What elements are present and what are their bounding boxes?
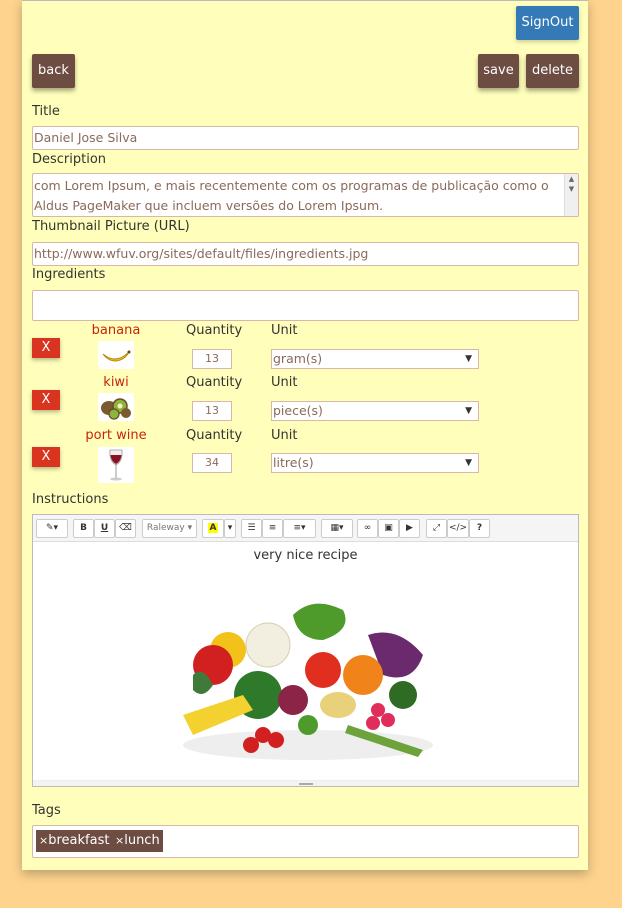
unit-label: Unit (271, 323, 298, 338)
tag-remove-icon[interactable]: × (39, 834, 48, 847)
font-family-value: Raleway (146, 523, 185, 533)
ingredients-label: Ingredients (32, 267, 106, 282)
scrollbar[interactable]: ▲ ▼ (564, 174, 578, 216)
video-icon[interactable]: ▶ (399, 519, 420, 538)
style-magic-button[interactable]: ✎▾ (36, 519, 68, 538)
ingredients-input[interactable] (32, 290, 579, 321)
remove-ingredient-button[interactable]: X (32, 338, 60, 358)
quantity-label: Quantity (186, 375, 243, 390)
unit-select[interactable]: gram(s) ▼ (271, 349, 479, 369)
table-icon[interactable]: ▦▾ (321, 519, 353, 538)
ordered-list-icon[interactable]: ≡ (262, 519, 283, 538)
recipe-form-panel: SignOut back save delete Title Daniel Jo… (22, 0, 588, 870)
description-line-2: Aldus PageMaker que incluem versões do L… (34, 198, 384, 213)
unit-value: piece(s) (273, 403, 323, 418)
description-line-1: com Lorem Ipsum, e mais recentemente com… (34, 178, 549, 193)
tag-label: lunch (124, 833, 160, 848)
underline-button[interactable]: U (94, 519, 115, 538)
back-button[interactable]: back (32, 54, 75, 88)
thumbnail-label: Thumbnail Picture (URL) (32, 219, 190, 234)
instructions-label: Instructions (32, 492, 109, 507)
unit-select[interactable]: litre(s) ▼ (271, 453, 479, 473)
paragraph-align-icon[interactable]: ≡▾ (283, 519, 316, 538)
quantity-label: Quantity (186, 323, 243, 338)
instructions-editor[interactable]: ✎▾ B U ⌫ Raleway ▾ A ▾ ☰ ≡ ≡▾ ▦▾ ∞ ▣ ▶ ⤢… (32, 514, 579, 787)
title-label: Title (32, 104, 60, 119)
tag-remove-icon[interactable]: × (115, 834, 124, 847)
dropdown-caret-icon: ▼ (465, 354, 472, 364)
dropdown-caret-icon: ▼ (465, 458, 472, 468)
kiwi-icon (98, 393, 134, 421)
font-family-select[interactable]: Raleway ▾ (142, 519, 197, 538)
tag-chip[interactable]: ×lunch (112, 830, 163, 852)
unordered-list-icon[interactable]: ☰ (241, 519, 262, 538)
unit-select[interactable]: piece(s) ▼ (271, 401, 479, 421)
tags-input[interactable]: ×breakfast ×lunch (32, 825, 579, 858)
banana-icon (98, 341, 134, 369)
highlight-color-dropdown[interactable]: ▾ (224, 519, 236, 538)
tag-chip[interactable]: ×breakfast (36, 830, 113, 852)
quantity-input[interactable]: 34 (192, 453, 232, 473)
signout-button[interactable]: SignOut (516, 6, 579, 40)
link-icon[interactable]: ∞ (357, 519, 378, 538)
delete-button[interactable]: delete (526, 54, 579, 88)
highlight-color-button[interactable]: A (202, 519, 224, 538)
quantity-label: Quantity (186, 428, 243, 443)
help-button[interactable]: ? (469, 519, 490, 538)
ingredient-name: kiwi (103, 375, 129, 390)
bold-button[interactable]: B (73, 519, 94, 538)
unit-value: gram(s) (273, 351, 323, 366)
eraser-icon[interactable]: ⌫ (115, 519, 136, 538)
remove-ingredient-button[interactable]: X (32, 447, 60, 467)
editor-content-text: very nice recipe (253, 548, 358, 563)
fullscreen-icon[interactable]: ⤢ (426, 519, 447, 538)
save-button[interactable]: save (478, 54, 519, 88)
title-input[interactable]: Daniel Jose Silva (32, 126, 579, 150)
code-view-button[interactable]: </> (447, 519, 469, 538)
ingredient-name: port wine (85, 428, 147, 443)
thumbnail-url-input[interactable]: http://www.wfuv.org/sites/default/files/… (32, 242, 579, 266)
editor-resize-handle[interactable] (33, 780, 578, 786)
quantity-input[interactable]: 13 (192, 349, 232, 369)
image-icon[interactable]: ▣ (378, 519, 399, 538)
remove-ingredient-button[interactable]: X (32, 390, 60, 410)
dropdown-caret-icon: ▼ (465, 406, 472, 416)
wine-glass-icon (98, 447, 134, 483)
ingredient-name: banana (91, 323, 141, 338)
description-label: Description (32, 152, 107, 167)
tag-label: breakfast (48, 833, 110, 848)
tags-label: Tags (32, 803, 61, 818)
description-textarea[interactable]: com Lorem Ipsum, e mais recentemente com… (32, 173, 579, 217)
editor-toolbar: ✎▾ B U ⌫ Raleway ▾ A ▾ ☰ ≡ ≡▾ ▦▾ ∞ ▣ ▶ ⤢… (33, 515, 578, 542)
vegetables-image (173, 595, 443, 770)
unit-value: litre(s) (273, 455, 314, 470)
quantity-input[interactable]: 13 (192, 401, 232, 421)
unit-label: Unit (271, 428, 298, 443)
unit-label: Unit (271, 375, 298, 390)
